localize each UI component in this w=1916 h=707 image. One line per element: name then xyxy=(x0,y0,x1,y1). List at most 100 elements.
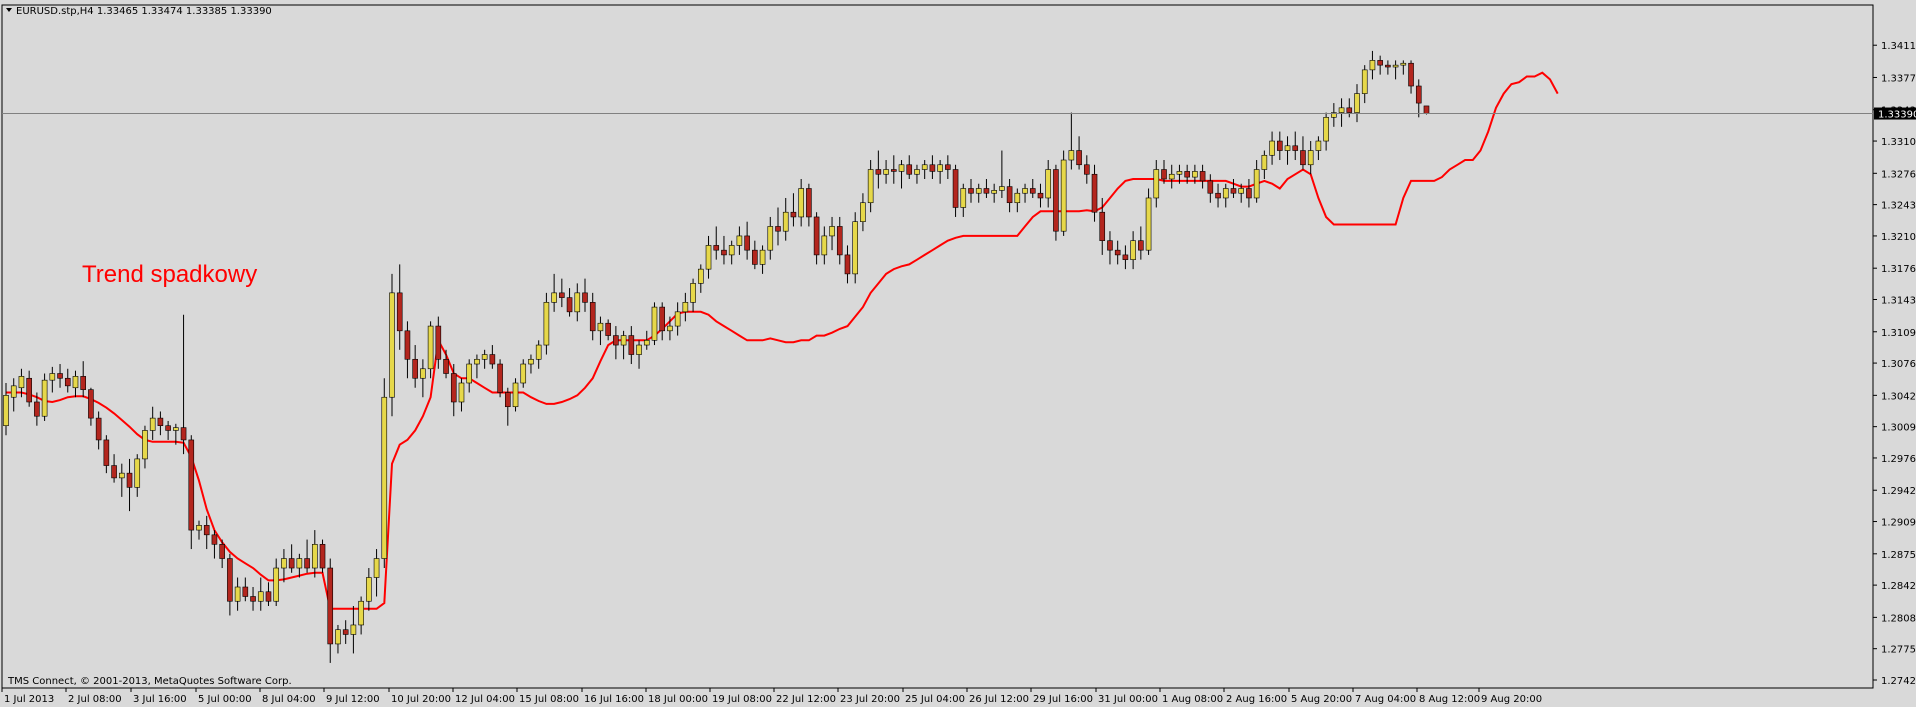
candle-body xyxy=(1006,186,1013,204)
candle-body xyxy=(188,439,195,531)
candle-body xyxy=(281,558,287,569)
candle-body xyxy=(952,169,959,208)
candle-body xyxy=(721,249,727,256)
candle-body xyxy=(1199,171,1206,182)
x-tick-label: 12 Jul 04:00 xyxy=(455,694,515,705)
candle-body xyxy=(265,591,272,602)
candle-body xyxy=(458,382,465,403)
candle-body xyxy=(180,427,187,441)
candle-body xyxy=(203,525,210,536)
candle-body xyxy=(311,544,318,569)
candle[interactable] xyxy=(41,373,48,421)
candle[interactable] xyxy=(651,302,658,346)
candle-body xyxy=(49,373,56,381)
y-tick-label: 1.29090 xyxy=(1881,518,1916,529)
candle-body xyxy=(257,591,264,602)
candle-body xyxy=(420,368,426,379)
candle-body xyxy=(836,226,843,256)
y-tick-label: 1.33100 xyxy=(1881,137,1916,148)
candle-body xyxy=(497,363,503,393)
candle-body xyxy=(1161,169,1167,180)
price-chart[interactable]: 1.341101.337701.334301.331001.327601.324… xyxy=(0,0,1916,707)
candle[interactable] xyxy=(852,212,859,284)
y-tick-label: 1.28420 xyxy=(1881,581,1916,592)
candle-body xyxy=(875,169,882,175)
candle-body xyxy=(1361,69,1368,94)
candle-body xyxy=(373,558,380,578)
trend-annotation: Trend spadkowy xyxy=(82,261,257,288)
candle-body xyxy=(1176,171,1183,175)
candle-body xyxy=(1084,164,1090,175)
x-tick-label: 15 Jul 08:00 xyxy=(519,694,579,705)
candle-body xyxy=(1076,150,1082,166)
candle-body xyxy=(597,322,604,332)
candle-body xyxy=(1300,150,1306,166)
y-tick-label: 1.30090 xyxy=(1881,423,1916,434)
candle-body xyxy=(1153,169,1160,199)
candle-body xyxy=(543,302,550,346)
candle-body xyxy=(57,373,63,379)
candle-body xyxy=(736,235,743,246)
candle-body xyxy=(1346,107,1353,113)
candle-body xyxy=(1029,188,1036,194)
candle[interactable] xyxy=(1053,164,1059,241)
candle-body xyxy=(288,558,295,569)
candle-body xyxy=(636,344,642,355)
candle-body xyxy=(396,292,403,332)
candle-body xyxy=(1207,180,1214,194)
y-tick-label: 1.31760 xyxy=(1881,264,1916,275)
candle-body xyxy=(914,169,920,175)
candle[interactable] xyxy=(1145,188,1152,255)
candle-body xyxy=(504,392,511,408)
candle-body xyxy=(227,558,233,602)
candle-body xyxy=(929,164,936,172)
candle-body xyxy=(211,534,218,545)
candle-body xyxy=(1392,64,1399,68)
x-tick-label: 5 Aug 20:00 xyxy=(1291,694,1352,705)
candle-body xyxy=(1269,140,1275,156)
candle-body xyxy=(566,297,573,313)
x-tick-label: 8 Aug 12:00 xyxy=(1419,694,1480,705)
candle[interactable] xyxy=(389,273,395,417)
candle-body xyxy=(813,216,820,256)
candle-body xyxy=(860,202,866,222)
candle[interactable] xyxy=(1060,150,1067,236)
x-tick-label: 26 Jul 12:00 xyxy=(969,694,1029,705)
candle-body xyxy=(234,586,241,602)
candle[interactable] xyxy=(543,292,550,355)
candle-body xyxy=(1060,159,1067,232)
y-tick-label: 1.28080 xyxy=(1881,613,1916,624)
candle-body xyxy=(1400,62,1407,66)
candle-body xyxy=(968,188,974,194)
candle[interactable] xyxy=(381,378,388,569)
candle-body xyxy=(1323,117,1329,142)
candle[interactable] xyxy=(319,539,326,573)
candle-body xyxy=(3,395,9,427)
candle-body xyxy=(867,169,874,204)
candle-body xyxy=(991,190,997,194)
candle[interactable] xyxy=(497,359,503,398)
candle-body xyxy=(1253,169,1260,199)
candle-body xyxy=(620,335,627,346)
candle-body xyxy=(528,358,534,365)
candle-body xyxy=(111,465,117,479)
candle-body xyxy=(1408,62,1414,87)
candle-body xyxy=(1107,240,1113,251)
candle-body xyxy=(613,335,619,346)
candle-body xyxy=(1315,140,1322,151)
x-tick-label: 3 Jul 16:00 xyxy=(133,694,187,705)
chart-symbol: EURUSD.stp,H4 1.33465 1.33474 1.33385 1.… xyxy=(16,6,272,17)
candle-body xyxy=(1022,188,1028,194)
candle[interactable] xyxy=(512,378,519,412)
candle-body xyxy=(196,525,202,531)
candle-body xyxy=(759,249,766,265)
candle-body xyxy=(296,558,303,569)
candle-body xyxy=(682,302,689,313)
y-tick-label: 1.32760 xyxy=(1881,169,1916,180)
y-tick-label: 1.29760 xyxy=(1881,454,1916,465)
candle-body xyxy=(605,322,611,336)
x-tick-label: 1 Jul 2013 xyxy=(4,694,54,705)
candle-body xyxy=(705,245,712,270)
plot-area[interactable] xyxy=(1,4,1874,689)
candle-body xyxy=(1238,188,1244,194)
